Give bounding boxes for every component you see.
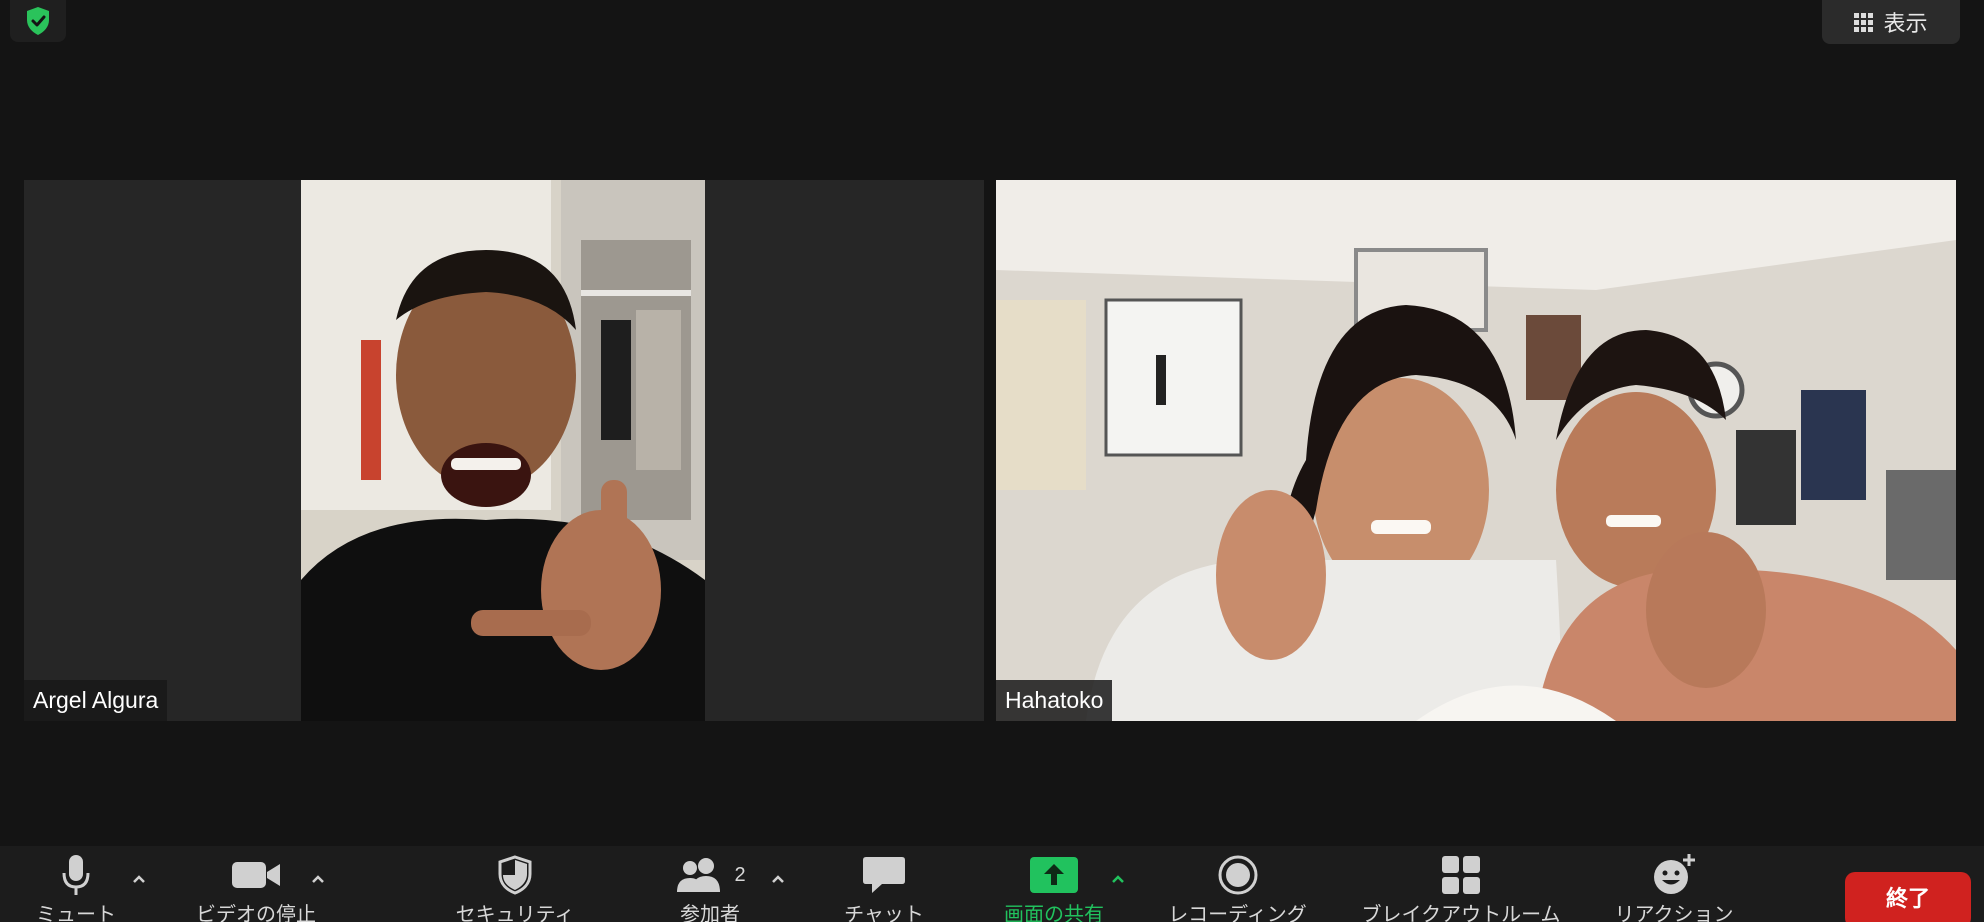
shield-icon <box>498 855 532 895</box>
view-label: 表示 <box>1883 11 1928 36</box>
participant-name-label: Hahatoko <box>996 680 1113 721</box>
meeting-toolbar: ミュート ビデオの停止 セキュリティ 2 参加者 チャット 画面の共有 レコーデ… <box>0 846 1984 922</box>
audio-options-caret[interactable] <box>128 868 150 890</box>
video-camera-icon <box>232 862 280 888</box>
participant-video-tile[interactable]: Argel Algura <box>24 180 984 721</box>
share-options-caret[interactable] <box>1107 868 1129 890</box>
grid-icon <box>1854 12 1874 32</box>
view-button[interactable]: 表示 <box>1822 0 1960 44</box>
chevron-up-icon <box>312 875 324 883</box>
chat-bubble-icon <box>863 857 905 893</box>
participants-button[interactable]: 2 参加者 <box>660 846 760 922</box>
participant-video-image <box>301 180 705 721</box>
breakout-rooms-icon <box>1442 856 1480 894</box>
add-reaction-icon <box>1654 854 1695 894</box>
participant-video-tile[interactable]: Hahatoko <box>996 180 1956 721</box>
reactions-button[interactable]: リアクション <box>1598 846 1750 922</box>
record-button[interactable]: レコーディング <box>1150 846 1325 922</box>
share-screen-icon <box>1030 857 1078 893</box>
participants-options-caret[interactable] <box>767 868 789 890</box>
security-label: セキュリティ <box>455 904 575 922</box>
participants-count: 2 <box>734 863 746 886</box>
microphone-icon <box>62 855 90 895</box>
participant-video-image <box>996 180 1956 721</box>
participants-icon <box>677 858 721 892</box>
chevron-up-icon <box>133 875 145 883</box>
breakout-label: ブレイクアウトルーム <box>1361 904 1561 922</box>
record-icon <box>1218 855 1257 895</box>
chat-button[interactable]: チャット <box>834 846 934 922</box>
record-label: レコーディング <box>1168 904 1307 922</box>
breakout-rooms-button[interactable]: ブレイクアウトルーム <box>1345 846 1577 922</box>
shield-check-icon <box>27 7 49 35</box>
end-meeting-button[interactable]: 終了 <box>1845 872 1971 922</box>
video-options-caret[interactable] <box>307 868 329 890</box>
video-label: ビデオの停止 <box>196 904 316 922</box>
mute-button[interactable]: ミュート <box>30 846 122 922</box>
encryption-badge[interactable] <box>10 0 66 42</box>
reactions-label: リアクション <box>1614 904 1734 922</box>
participant-name-label: Argel Algura <box>24 680 168 721</box>
meeting-window: 表示 Argel Algura Hahatoko ミュート ビデオの停止 セキュ… <box>0 0 1984 922</box>
security-button[interactable]: セキュリティ <box>440 846 590 922</box>
mute-label: ミュート <box>36 904 116 922</box>
chat-label: チャット <box>844 904 924 922</box>
share-screen-button[interactable]: 画面の共有 <box>990 846 1118 922</box>
participants-label: 参加者 <box>680 904 740 922</box>
chevron-up-icon <box>772 875 784 883</box>
chevron-up-icon <box>1112 875 1124 883</box>
share-label: 画面の共有 <box>1004 904 1104 922</box>
